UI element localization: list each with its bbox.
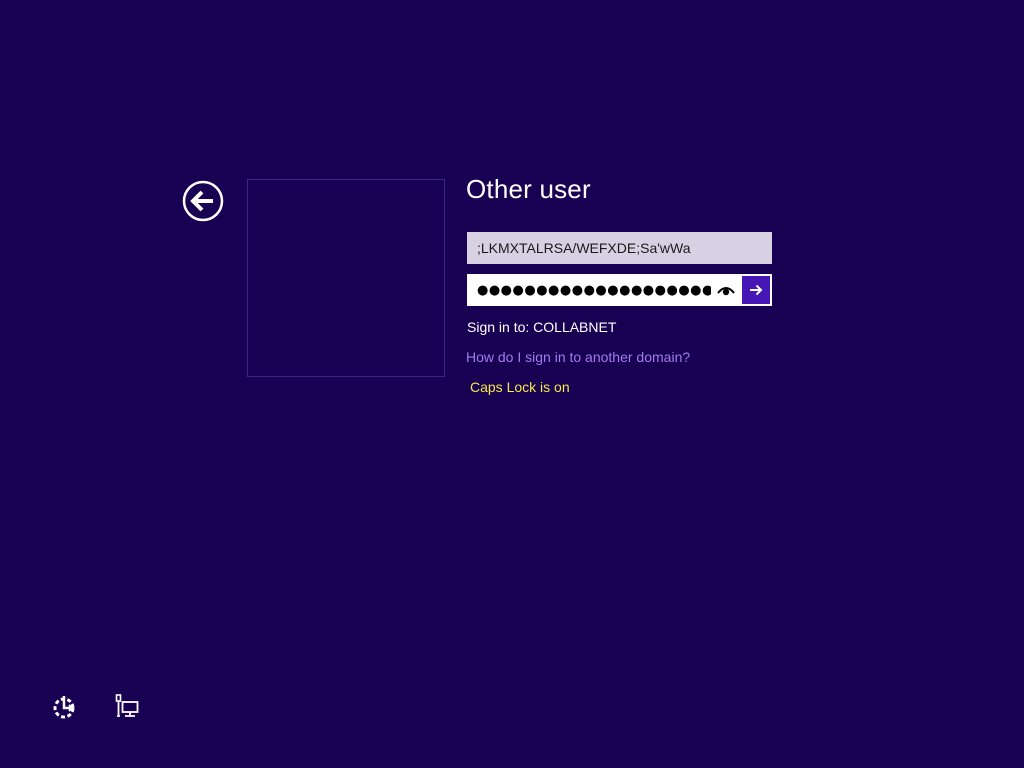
- password-masked-value: ●●●●●●●●●●●●●●●●●●●●●●●●●: [477, 282, 711, 298]
- arrow-right-icon: [750, 284, 763, 296]
- eye-icon: [717, 287, 735, 296]
- domain-help-link[interactable]: How do I sign in to another domain?: [466, 349, 690, 365]
- reveal-password-button[interactable]: [711, 275, 741, 305]
- ease-of-access-icon: [53, 696, 75, 719]
- network-button[interactable]: [114, 693, 142, 721]
- caps-lock-warning: Caps Lock is on: [470, 379, 570, 395]
- network-icon: [115, 694, 139, 717]
- back-arrow-icon: [182, 180, 224, 222]
- password-field[interactable]: ●●●●●●●●●●●●●●●●●●●●●●●●●: [468, 275, 711, 305]
- user-avatar: [247, 179, 445, 377]
- sign-in-domain-text: Sign in to: COLLABNET: [467, 319, 617, 335]
- back-button[interactable]: [182, 180, 224, 222]
- password-row: ●●●●●●●●●●●●●●●●●●●●●●●●●: [467, 274, 772, 306]
- ease-of-access-button[interactable]: [50, 693, 78, 721]
- page-title: Other user: [466, 174, 591, 204]
- login-screen: Other user ●●●●●●●●●●●●●●●●●●●●●●●●● Sig…: [0, 0, 1024, 768]
- username-field[interactable]: [467, 232, 772, 264]
- submit-button[interactable]: [742, 276, 770, 304]
